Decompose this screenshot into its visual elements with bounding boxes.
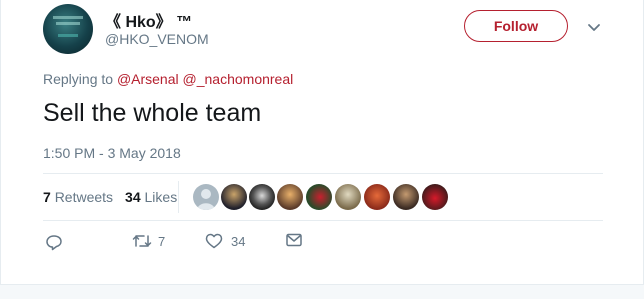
- reply-icon[interactable]: [45, 233, 63, 251]
- likes-stat[interactable]: 34 Likes: [125, 189, 177, 205]
- divider: [43, 220, 603, 221]
- like-action-count: 34: [231, 233, 246, 249]
- replying-to-label: Replying to: [43, 71, 117, 87]
- liker-avatar[interactable]: [277, 184, 303, 210]
- mention-arsenal[interactable]: @Arsenal: [117, 71, 179, 87]
- tweet-card: 《 Hko》 ™ @HKO_VENOM Follow Replying to @…: [0, 0, 644, 284]
- liker-avatar[interactable]: [249, 184, 275, 210]
- bottom-strip: [0, 284, 644, 299]
- liker-avatar[interactable]: [193, 184, 219, 210]
- chevron-down-icon[interactable]: [587, 20, 601, 38]
- reply-action[interactable]: [45, 233, 63, 251]
- mention-nachomonreal[interactable]: @_nachomonreal: [183, 71, 294, 87]
- stats-divider: [178, 181, 179, 213]
- author-avatar[interactable]: [43, 4, 93, 54]
- divider: [43, 173, 603, 174]
- liker-avatar[interactable]: [364, 184, 390, 210]
- replying-to: Replying to @Arsenal @_nachomonreal: [43, 71, 293, 87]
- liker-avatar[interactable]: [335, 184, 361, 210]
- author-display-name[interactable]: 《 Hko》 ™: [105, 8, 192, 32]
- message-icon[interactable]: [286, 233, 302, 247]
- liker-avatar[interactable]: [221, 184, 247, 210]
- liker-avatar[interactable]: [306, 184, 332, 210]
- liker-avatar[interactable]: [393, 184, 419, 210]
- likes-label: Likes: [144, 189, 178, 205]
- like-action[interactable]: 34: [205, 233, 245, 249]
- tweet-text: Sell the whole team: [43, 99, 262, 127]
- liker-avatar[interactable]: [422, 184, 448, 210]
- tweet-stats: 7 Retweets 34 Likes: [43, 189, 177, 205]
- like-icon[interactable]: [205, 233, 223, 249]
- retweet-action[interactable]: 7: [132, 233, 165, 249]
- retweets-label: Retweets: [54, 189, 114, 205]
- follow-button[interactable]: Follow: [464, 10, 568, 42]
- retweets-stat[interactable]: 7 Retweets: [43, 189, 113, 205]
- retweet-action-count: 7: [158, 233, 166, 249]
- message-action[interactable]: [286, 233, 302, 247]
- likes-count: 34: [125, 189, 141, 205]
- tweet-timestamp[interactable]: 1:50 PM - 3 May 2018: [43, 145, 181, 161]
- author-handle[interactable]: @HKO_VENOM: [105, 31, 209, 47]
- retweets-count: 7: [43, 189, 51, 205]
- retweet-icon[interactable]: [132, 233, 152, 249]
